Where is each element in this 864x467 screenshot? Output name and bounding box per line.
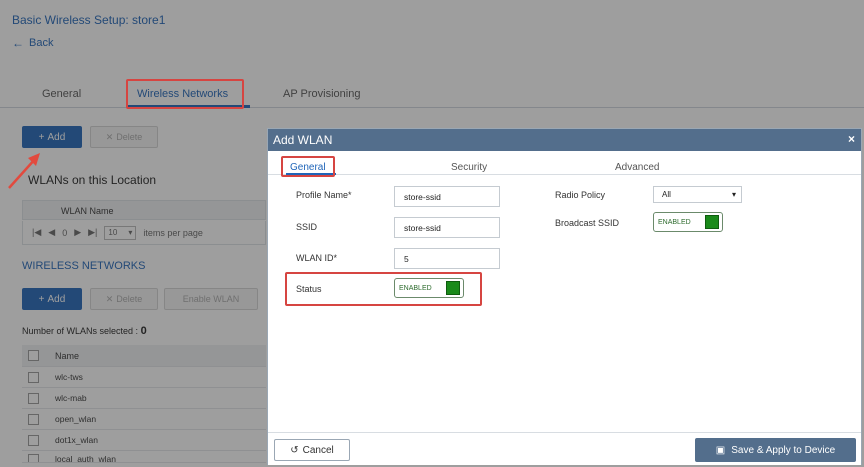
page-number: 0 [62,227,68,238]
delete-location-wlan-button[interactable]: ✕ Delete [90,126,158,148]
wireless-networks-heading: WIRELESS NETWORKS [22,260,146,272]
highlight-general-tab [281,156,335,177]
save-icon: ▣ [715,444,726,456]
wlan-name: dot1x_wlan [55,435,99,445]
undo-icon: ↺ [290,444,299,456]
radio-policy-select[interactable]: All ▾ [653,186,742,203]
chevron-down-icon: ▾ [128,228,133,237]
save-apply-button[interactable]: ▣ Save & Apply to Device [695,438,856,462]
highlight-status-toggle [285,272,482,306]
profile-name-label: Profile Name* [296,190,352,200]
ssid-field[interactable]: store-ssid [394,217,500,238]
add-wireless-network-button[interactable]: + Add [22,288,82,310]
back-link[interactable]: ← Back [12,36,53,50]
prev-page-icon[interactable]: ◀ [48,227,55,238]
wlan-name: open_wlan [55,414,97,424]
table-header-row: Name [22,345,266,367]
page-title: Basic Wireless Setup: store1 [12,13,166,27]
x-icon: ✕ [105,293,114,304]
wlan-name: local_auth_wlan [55,454,116,463]
name-column-header[interactable]: Name [55,351,79,361]
ssid-label: SSID [296,222,318,232]
row-checkbox[interactable] [28,454,39,462]
table-row[interactable]: wlc-tws [22,367,266,388]
broadcast-ssid-toggle[interactable]: ENABLED [653,212,723,232]
radio-policy-label: Radio Policy [555,190,606,200]
dialog-header: Add WLAN × [268,129,861,151]
cancel-button[interactable]: ↺ Cancel [274,439,350,461]
dialog-footer: ↺ Cancel ▣ Save & Apply to Device [268,432,861,465]
highlight-wireless-networks-tab [126,79,244,109]
count-label: Number of WLANs selected : [22,326,139,336]
wlan-name: wlc-tws [55,372,83,382]
cancel-label: Cancel [302,444,334,456]
wlan-name-column-header[interactable]: WLAN Name [22,200,266,220]
tab-security[interactable]: Security [451,162,487,173]
delete-wireless-network-button[interactable]: ✕ Delete [90,288,158,310]
plus-icon: + [38,131,45,143]
add-label: Add [47,131,66,143]
select-all-checkbox[interactable] [28,350,39,361]
row-checkbox[interactable] [28,392,39,404]
wlans-on-location-heading: WLANs on this Location [28,173,157,187]
close-icon[interactable]: × [848,132,855,146]
plus-icon: + [38,293,45,305]
table-row[interactable]: local_auth_wlan [22,451,266,463]
enable-wlan-button[interactable]: Enable WLAN [164,288,258,310]
profile-name-field[interactable]: store-ssid [394,186,500,207]
page-size-select[interactable]: 10 ▾ [104,225,137,240]
tab-advanced[interactable]: Advanced [615,162,659,173]
red-arrow-icon [8,153,40,189]
enable-label: Enable WLAN [182,294,240,304]
wlan-id-field[interactable]: 5 [394,248,500,269]
wlan-id-label: WLAN ID* [296,253,338,263]
back-label: Back [29,37,54,49]
save-label: Save & Apply to Device [731,444,836,456]
row-checkbox[interactable] [28,413,39,425]
dialog-tabs: General Security Advanced [268,151,861,175]
wireless-networks-table: Name wlc-tws wlc-mab open_wlan dot1x_wla… [22,345,266,463]
table-row[interactable]: wlc-mab [22,388,266,409]
add-location-wlan-button[interactable]: + Add [22,126,82,148]
page-size-value: 10 [108,228,118,237]
chevron-down-icon: ▾ [731,190,736,199]
delete-label: Delete [116,294,143,304]
broadcast-ssid-label: Broadcast SSID [555,218,620,228]
pager: |◀ ◀ 0 ▶ ▶| 10 ▾ items per page [22,221,266,245]
first-page-icon[interactable]: |◀ [32,227,41,238]
x-icon: ✕ [105,131,114,142]
tab-ap-provisioning[interactable]: AP Provisioning [283,88,360,100]
last-page-icon[interactable]: ▶| [88,227,97,238]
broadcast-ssid-value: ENABLED [658,218,691,226]
table-row[interactable]: dot1x_wlan [22,430,266,451]
tab-general[interactable]: General [42,88,81,100]
table-row[interactable]: open_wlan [22,409,266,430]
toggle-knob [705,215,719,229]
next-page-icon[interactable]: ▶ [74,227,81,238]
items-per-page-label: items per page [143,227,203,238]
add-label: Add [47,293,66,305]
row-checkbox[interactable] [28,434,39,446]
wlan-name: wlc-mab [55,393,87,403]
dialog-title: Add WLAN [273,133,333,147]
back-arrow-icon: ← [12,36,24,50]
row-checkbox[interactable] [28,371,39,383]
radio-policy-value: All [662,190,671,199]
wlans-selected-count: Number of WLANs selected : 0 [22,325,147,337]
delete-label: Delete [116,132,143,142]
count-value: 0 [140,325,147,337]
